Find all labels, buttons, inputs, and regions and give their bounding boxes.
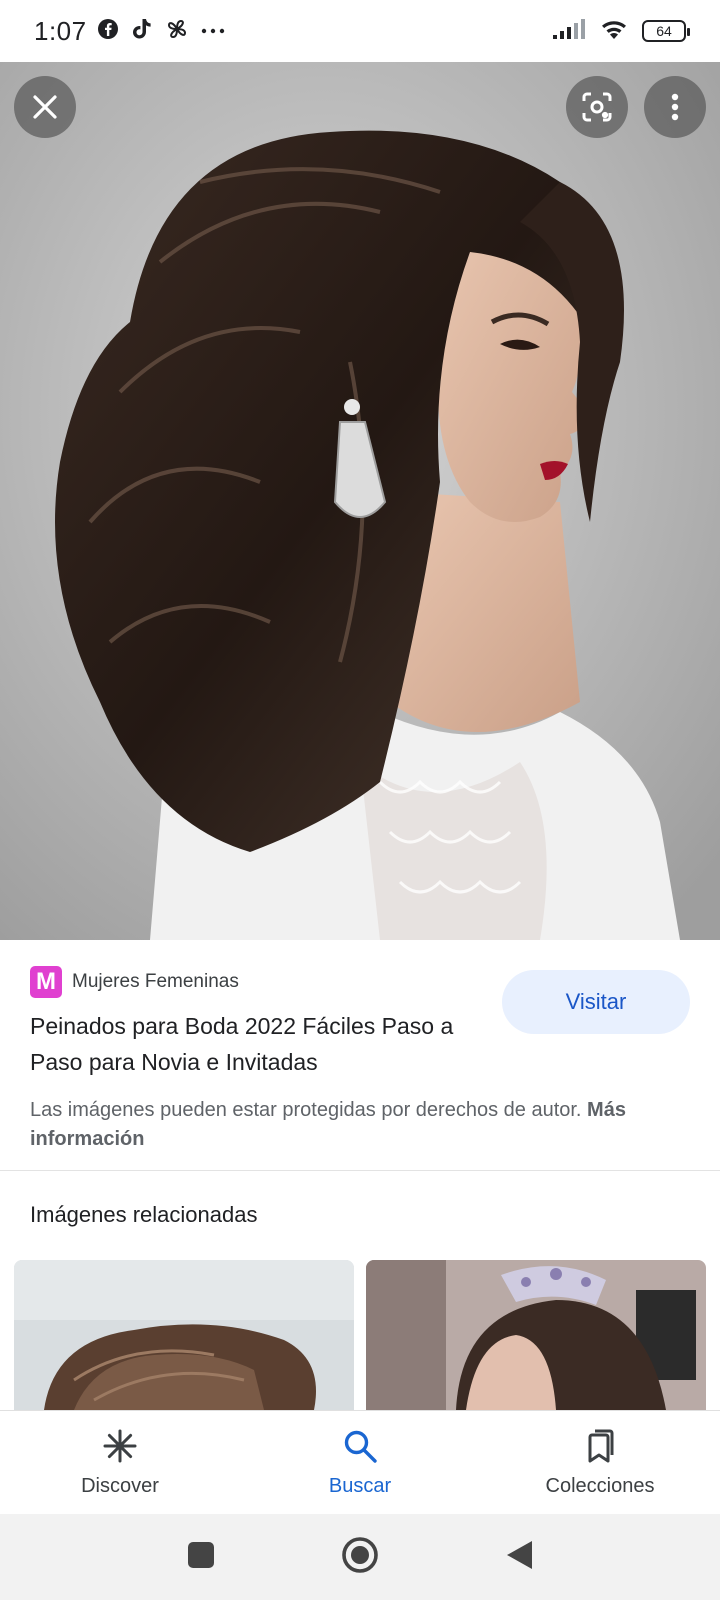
source-logo: M bbox=[30, 966, 62, 998]
asterisk-icon bbox=[102, 1428, 138, 1469]
result-info: M Mujeres Femeninas Peinados para Boda 2… bbox=[0, 940, 720, 1170]
tiktok-icon bbox=[131, 17, 153, 46]
more-vert-icon bbox=[671, 93, 679, 121]
related-photo-2 bbox=[366, 1260, 706, 1410]
battery-icon: 64 bbox=[642, 20, 690, 42]
recents-icon[interactable] bbox=[186, 1540, 216, 1575]
home-icon[interactable] bbox=[341, 1536, 379, 1579]
nav-search[interactable]: Buscar bbox=[240, 1411, 480, 1514]
divider bbox=[0, 1170, 720, 1171]
close-button[interactable] bbox=[14, 76, 76, 138]
lens-button[interactable] bbox=[566, 76, 628, 138]
search-icon bbox=[342, 1428, 378, 1469]
page-title[interactable]: Peinados para Boda 2022 Fáciles Paso a P… bbox=[30, 1008, 490, 1080]
system-indicators: 64 bbox=[552, 17, 690, 46]
nav-discover[interactable]: Discover bbox=[0, 1411, 240, 1514]
nav-collections[interactable]: Colecciones bbox=[480, 1411, 720, 1514]
nav-search-label: Buscar bbox=[328, 1474, 392, 1497]
source-name: Mujeres Femeninas bbox=[72, 971, 239, 992]
bookmarks-icon bbox=[582, 1428, 618, 1469]
more-dots-icon bbox=[201, 22, 225, 40]
related-photo-1 bbox=[14, 1260, 354, 1410]
bottom-navigation: Discover Buscar Colecciones bbox=[0, 1410, 720, 1514]
related-images-title: Imágenes relacionadas bbox=[30, 1202, 258, 1227]
wifi-icon bbox=[598, 17, 630, 46]
back-icon[interactable] bbox=[504, 1539, 534, 1576]
hero-image[interactable] bbox=[0, 62, 720, 940]
close-icon bbox=[32, 94, 58, 120]
system-navigation-bar bbox=[0, 1514, 720, 1600]
copyright-text: Las imágenes pueden estar protegidas por… bbox=[30, 1099, 582, 1121]
nav-collections-label: Colecciones bbox=[545, 1474, 655, 1497]
source-row[interactable]: M Mujeres Femeninas bbox=[30, 966, 239, 998]
status-time: 1:07 bbox=[34, 15, 87, 46]
bride-photo bbox=[0, 62, 720, 940]
lens-icon bbox=[581, 91, 613, 123]
nav-discover-label: Discover bbox=[81, 1474, 159, 1497]
status-bar: 1:07 64 bbox=[0, 0, 720, 62]
battery-level: 64 bbox=[656, 23, 672, 39]
copyright-notice: Las imágenes pueden estar protegidas por… bbox=[30, 1096, 670, 1154]
visit-button[interactable]: Visitar bbox=[502, 970, 690, 1034]
more-options-button[interactable] bbox=[644, 76, 706, 138]
related-image-1[interactable] bbox=[14, 1260, 354, 1410]
notification-icons bbox=[97, 17, 225, 46]
signal-icon bbox=[552, 18, 586, 45]
pinwheel-icon bbox=[165, 17, 189, 46]
facebook-icon bbox=[97, 18, 119, 45]
related-image-2[interactable] bbox=[366, 1260, 706, 1410]
